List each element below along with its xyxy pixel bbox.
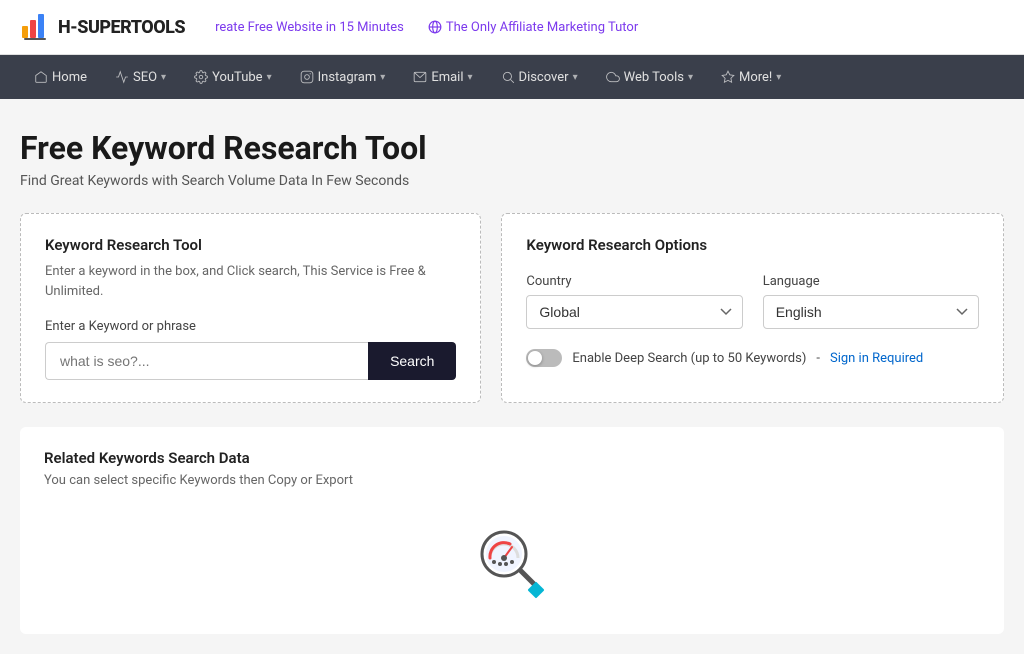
home-icon	[34, 70, 48, 84]
deep-search-row: Enable Deep Search (up to 50 Keywords) -…	[526, 349, 979, 367]
keyword-options-card: Keyword Research Options Country Global …	[501, 213, 1004, 403]
nav-home[interactable]: Home	[20, 55, 101, 99]
logo-icon	[20, 12, 50, 42]
nav-email[interactable]: Email ▾	[399, 55, 486, 99]
search-row: Search	[45, 342, 456, 380]
country-label: Country	[526, 274, 742, 289]
chart-icon	[115, 70, 129, 84]
keyword-tool-card: Keyword Research Tool Enter a keyword in…	[20, 213, 481, 403]
country-select[interactable]: Global United States United Kingdom Cana…	[526, 295, 742, 329]
options-title: Keyword Research Options	[526, 236, 979, 254]
nav-seo[interactable]: SEO ▾	[101, 55, 180, 99]
language-select[interactable]: English French Spanish German Arabic	[763, 295, 979, 329]
deep-search-toggle[interactable]	[526, 349, 562, 367]
keyword-input-label: Enter a Keyword or phrase	[45, 319, 456, 334]
header-link-affiliate[interactable]: The Only Affiliate Marketing Tutor	[428, 20, 638, 35]
toggle-knob	[528, 351, 542, 365]
instagram-chevron: ▾	[380, 72, 385, 83]
youtube-chevron: ▾	[267, 72, 272, 83]
keyword-input[interactable]	[45, 342, 368, 380]
logo-text: H-SUPERTOOLS	[58, 17, 185, 38]
keyword-tool-title: Keyword Research Tool	[45, 236, 456, 254]
related-title: Related Keywords Search Data	[44, 449, 980, 467]
nav-web-tools[interactable]: Web Tools ▾	[592, 55, 707, 99]
options-row: Country Global United States United King…	[526, 274, 979, 329]
top-header: H-SUPERTOOLS reate Free Website in 15 Mi…	[0, 0, 1024, 55]
discover-chevron: ▾	[573, 72, 578, 83]
language-label: Language	[763, 274, 979, 289]
search-button[interactable]: Search	[368, 342, 456, 380]
illustration-area	[44, 512, 980, 612]
nav-youtube[interactable]: YouTube ▾	[180, 55, 286, 99]
cloud-icon	[606, 70, 620, 84]
webtools-chevron: ▾	[688, 72, 693, 83]
page-title: Free Keyword Research Tool	[20, 129, 1004, 167]
search-illustration	[472, 522, 552, 602]
navbar: Home SEO ▾ YouTube ▾ Instagram ▾ Email ▾…	[0, 55, 1024, 99]
tool-cards-row: Keyword Research Tool Enter a keyword in…	[20, 213, 1004, 403]
seo-chevron: ▾	[161, 72, 166, 83]
page-subtitle: Find Great Keywords with Search Volume D…	[20, 173, 1004, 189]
search-nav-icon	[501, 70, 515, 84]
related-section: Related Keywords Search Data You can sel…	[20, 427, 1004, 634]
email-chevron: ▾	[468, 72, 473, 83]
star-icon	[721, 70, 735, 84]
nav-discover[interactable]: Discover ▾	[487, 55, 592, 99]
nav-instagram[interactable]: Instagram ▾	[286, 55, 400, 99]
gear-icon	[194, 70, 208, 84]
deep-search-separator: -	[816, 351, 820, 366]
header-links: reate Free Website in 15 Minutes The Onl…	[215, 20, 1004, 35]
nav-more[interactable]: More! ▾	[707, 55, 795, 99]
email-icon	[413, 70, 427, 84]
language-group: Language English French Spanish German A…	[763, 274, 979, 329]
globe-icon	[428, 20, 442, 34]
logo[interactable]: H-SUPERTOOLS	[20, 12, 185, 42]
instagram-icon	[300, 70, 314, 84]
country-group: Country Global United States United King…	[526, 274, 742, 329]
deep-search-label: Enable Deep Search (up to 50 Keywords)	[572, 351, 806, 366]
sign-in-link[interactable]: Sign in Required	[830, 351, 923, 366]
keyword-tool-desc: Enter a keyword in the box, and Click se…	[45, 262, 456, 301]
related-subtitle: You can select specific Keywords then Co…	[44, 473, 980, 488]
header-link-website[interactable]: reate Free Website in 15 Minutes	[215, 20, 404, 35]
more-chevron: ▾	[776, 72, 781, 83]
main-content: Free Keyword Research Tool Find Great Ke…	[0, 99, 1024, 654]
